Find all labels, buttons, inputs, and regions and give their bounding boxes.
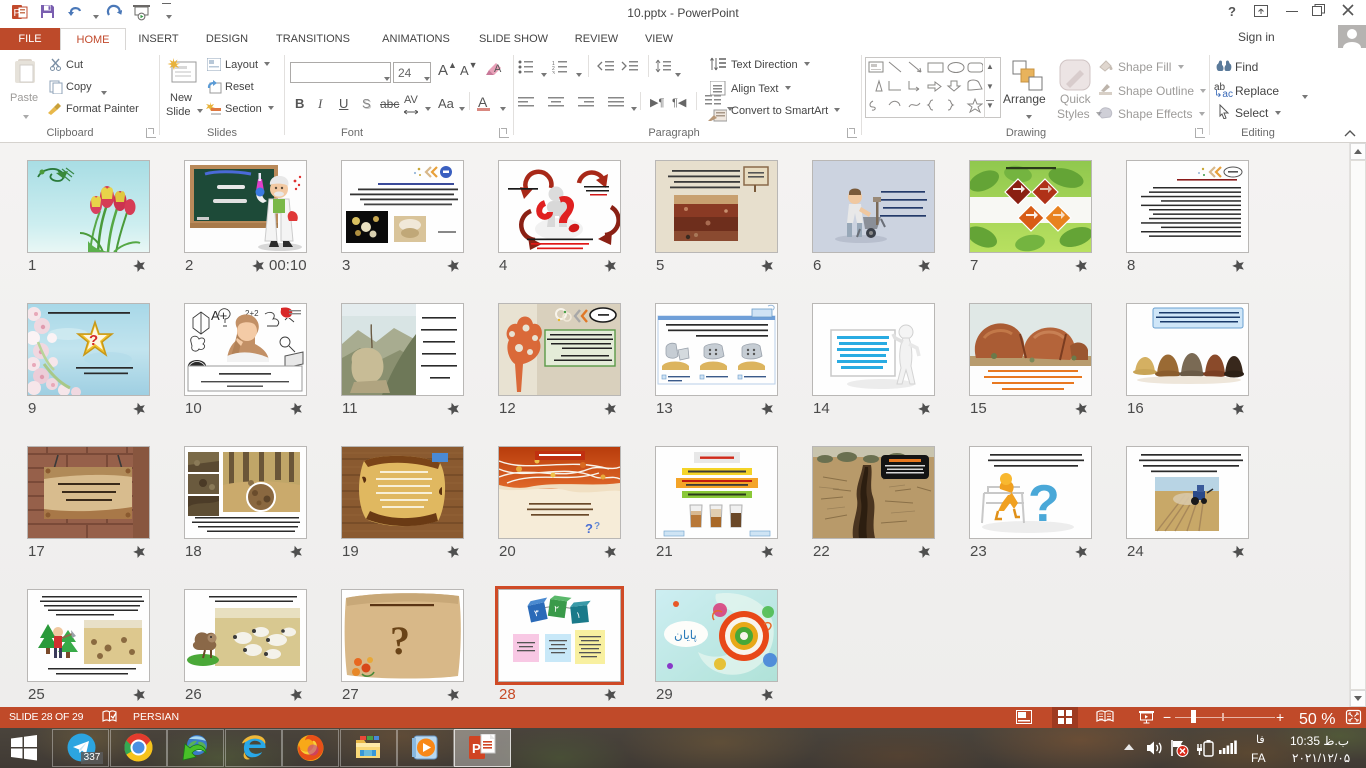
svg-text:P: P (472, 741, 481, 756)
